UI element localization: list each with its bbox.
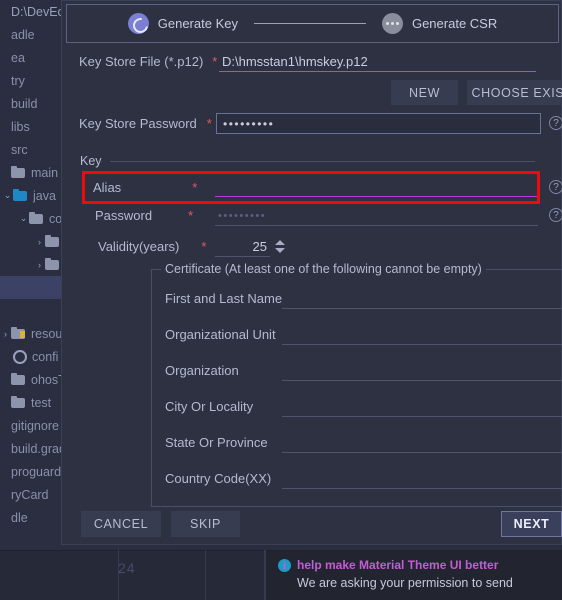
key-store-password-label: Key Store Password xyxy=(79,116,197,131)
certificate-field-label: Organizational Unit xyxy=(165,327,276,342)
chevron-up-icon[interactable] xyxy=(274,239,285,245)
key-group-divider xyxy=(110,161,535,162)
next-button[interactable]: NEXT xyxy=(501,511,562,537)
gear-icon xyxy=(13,349,27,364)
notification-header: i help make Material Theme UI better xyxy=(278,558,552,572)
tree-item-label: java xyxy=(33,188,56,203)
tree-item-label: libs xyxy=(11,119,30,134)
chevron-down-icon[interactable]: ⌄ xyxy=(2,190,13,201)
tree-item-label: ea xyxy=(11,50,25,65)
certificate-field-input[interactable] xyxy=(282,359,562,381)
stepper-connector xyxy=(253,23,366,24)
tree-item-label: try xyxy=(11,73,25,88)
folder-icon xyxy=(45,257,60,271)
notification-popup[interactable]: i help make Material Theme UI better We … xyxy=(265,550,562,600)
certificate-field-input[interactable] xyxy=(282,395,562,417)
certificate-legend: Certificate (At least one of the followi… xyxy=(161,262,486,276)
certificate-field-input[interactable] xyxy=(282,467,562,489)
validity-input[interactable]: 25 xyxy=(215,237,270,257)
tree-item-label: adle xyxy=(11,27,35,42)
certificate-field-label: Organization xyxy=(165,363,239,378)
tree-item-label: resou xyxy=(31,326,63,341)
key-store-password-required: * xyxy=(206,116,212,131)
key-password-input[interactable]: ••••••••• xyxy=(215,206,538,226)
tree-item-label: test xyxy=(31,395,52,410)
ellipsis-circle-icon xyxy=(381,13,403,34)
key-store-file-input[interactable] xyxy=(219,52,536,72)
key-store-file-label: Key Store File (*.p12) xyxy=(79,54,204,69)
tree-item-label: ryCard xyxy=(11,487,49,502)
key-password-label: Password xyxy=(95,208,153,223)
key-password-required: * xyxy=(188,208,194,223)
certificate-field-input[interactable] xyxy=(282,323,562,345)
key-password-help-icon[interactable]: ? xyxy=(549,208,562,222)
chevron-down-icon[interactable] xyxy=(274,247,285,253)
editor-divider-2 xyxy=(205,550,206,600)
key-password-row: Password * xyxy=(95,208,193,223)
tree-item-label: confi xyxy=(32,349,59,364)
alias-required: * xyxy=(192,180,198,195)
certificate-field-label: State Or Province xyxy=(165,435,268,450)
validity-stepper[interactable] xyxy=(274,236,285,256)
folder-icon xyxy=(11,395,26,409)
skip-button[interactable]: SKIP xyxy=(171,511,240,537)
notification-body: We are asking your permission to send xyxy=(297,576,513,590)
cancel-button[interactable]: CANCEL xyxy=(81,511,161,537)
key-store-file-required: * xyxy=(212,54,218,69)
folder-icon xyxy=(11,372,26,386)
alias-input[interactable] xyxy=(215,177,538,197)
folder-icon xyxy=(45,234,60,248)
editor-line-number: 24 xyxy=(118,560,136,576)
tree-item-label: dle xyxy=(11,510,28,525)
generate-key-dialog: Generate Key Generate CSR Key Store File… xyxy=(61,0,562,545)
certificate-field-input[interactable] xyxy=(282,287,562,309)
certificate-field-input[interactable] xyxy=(282,431,562,453)
key-group-title: Key xyxy=(76,154,106,168)
certificate-field-label: City Or Locality xyxy=(165,399,254,414)
folder-icon xyxy=(11,326,26,340)
key-store-password-input[interactable]: ••••••••• xyxy=(216,113,541,134)
key-store-password-help-icon[interactable]: ? xyxy=(549,116,562,130)
folder-icon xyxy=(13,188,28,202)
info-icon: i xyxy=(278,558,291,572)
tree-item-label: src xyxy=(11,142,28,157)
folder-icon xyxy=(29,211,44,225)
tree-item-label: main xyxy=(31,165,59,180)
new-button[interactable]: NEW xyxy=(391,80,458,105)
chevron-down-icon[interactable]: ⌄ xyxy=(18,213,29,224)
folder-icon xyxy=(11,165,26,179)
alias-row: Alias * xyxy=(93,180,197,195)
key-store-password-row: Key Store Password * xyxy=(79,116,212,131)
certificate-field-label: First and Last Name xyxy=(165,291,283,306)
validity-label: Validity(years) xyxy=(98,239,180,254)
step-generate-key[interactable]: Generate Key xyxy=(127,13,238,34)
choose-existing-button[interactable]: CHOOSE EXISTING xyxy=(467,80,562,105)
tree-item-label: gitignore xyxy=(11,418,59,433)
validity-required: * xyxy=(201,239,207,254)
step-generate-key-label: Generate Key xyxy=(157,16,238,31)
chevron-right-icon[interactable]: › xyxy=(34,237,45,247)
chevron-right-icon[interactable]: › xyxy=(34,260,45,270)
certificate-field-label: Country Code(XX) xyxy=(165,471,272,486)
validity-row: Validity(years) * xyxy=(98,239,206,254)
notification-title: help make Material Theme UI better xyxy=(297,558,499,572)
key-store-file-row: Key Store File (*.p12) * xyxy=(79,54,217,69)
tree-item-label: build xyxy=(11,96,38,111)
alias-help-icon[interactable]: ? xyxy=(549,180,562,194)
wizard-stepper: Generate Key Generate CSR xyxy=(66,4,559,43)
step-generate-csr[interactable]: Generate CSR xyxy=(381,13,498,34)
spinner-circle-icon xyxy=(127,13,149,34)
alias-label: Alias xyxy=(93,180,122,195)
step-generate-csr-label: Generate CSR xyxy=(411,16,498,31)
chevron-right-icon[interactable]: › xyxy=(0,329,11,339)
